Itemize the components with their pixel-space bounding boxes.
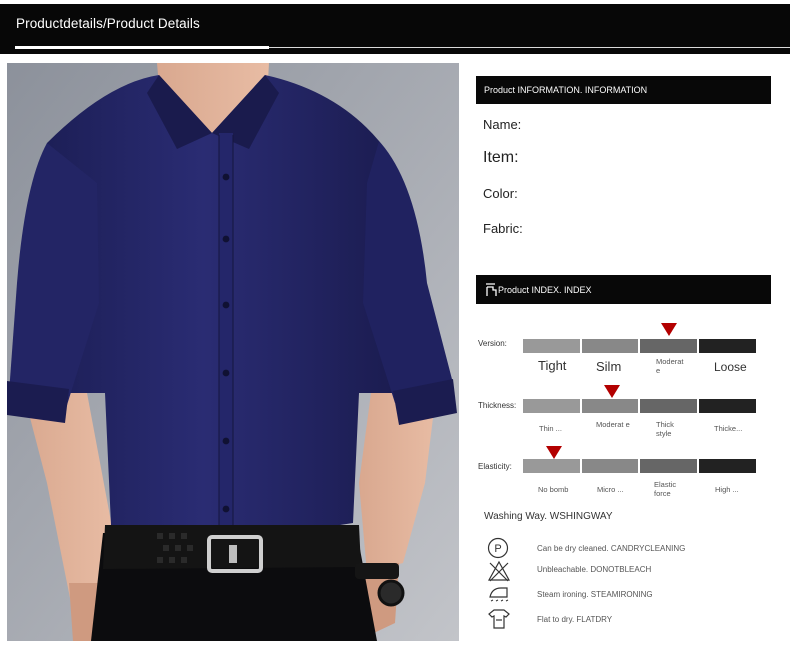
thickness-option-thin: Thin ... [539,424,562,433]
care-steam-iron-text: Steam ironing. STEAMIRONING [537,590,653,599]
version-option-loose: Loose [714,360,747,374]
elasticity-label: Elasticity: [478,462,512,471]
field-item: Item: [483,149,519,166]
elasticity-segment-4 [699,459,756,473]
version-label: Version: [478,339,507,348]
svg-text:P: P [494,543,501,555]
washing-way-title: Washing Way. WSHINGWAY [484,511,613,522]
version-option-silm: Silm [596,359,622,374]
thickness-marker-icon [604,385,620,398]
field-color: Color: [483,186,518,201]
care-flat-dry-text: Flat to dry. FLATDRY [537,615,613,624]
elasticity-option-elastic-force: Elastic force [654,480,677,498]
version-segment-4 [699,339,756,353]
version-marker-icon [661,323,677,336]
field-name: Name: [483,117,522,132]
version-segment-3 [640,339,697,353]
version-segment-1 [523,339,580,353]
product-information-title: Product INFORMATION. INFORMATION [484,85,648,95]
elasticity-option-no-bomb: No bomb [538,485,569,494]
thickness-segment-2 [582,399,638,413]
header-underline [15,46,269,49]
field-fabric: Fabric: [483,221,523,236]
version-option-moderate: Moderat e [656,357,684,375]
elasticity-segment-2 [582,459,638,473]
care-no-bleach-text: Unbleachable. DONOTBLEACH [537,565,652,574]
tap-hand-icon [486,283,497,296]
elasticity-segment-3 [640,459,697,473]
product-index-header: Product INDEX. INDEX [476,275,771,304]
flat-dry-icon [488,609,510,629]
thickness-option-moderate: Moderat e [596,420,630,429]
care-dry-clean-text: Can be dry cleaned. CANDRYCLEANING [537,544,686,553]
thickness-option-thicker: Thicke... [714,424,743,433]
elasticity-option-micro: Micro ... [597,485,624,494]
thickness-segment-4 [699,399,756,413]
product-index-title: Product INDEX. INDEX [498,285,592,295]
no-bleach-icon [487,560,511,582]
product-photo [7,63,459,641]
version-segment-2 [582,339,638,353]
thickness-option-thick-style: Thick style [656,420,674,438]
version-option-tight: Tight [538,358,567,373]
thickness-segment-1 [523,399,580,413]
thickness-label: Thickness: [478,401,517,410]
header-divider [269,47,790,48]
elasticity-option-high: High ... [715,485,739,494]
steam-iron-icon [489,587,509,602]
thickness-segment-3 [640,399,697,413]
product-information-header: Product INFORMATION. INFORMATION [476,76,771,104]
dry-clean-icon: P [487,537,509,559]
page-header: Productdetails/Product Details [0,4,790,54]
elasticity-marker-icon [546,446,562,459]
page-title: Productdetails/Product Details [16,16,200,31]
elasticity-segment-1 [523,459,580,473]
shirt-illustration [7,63,459,641]
